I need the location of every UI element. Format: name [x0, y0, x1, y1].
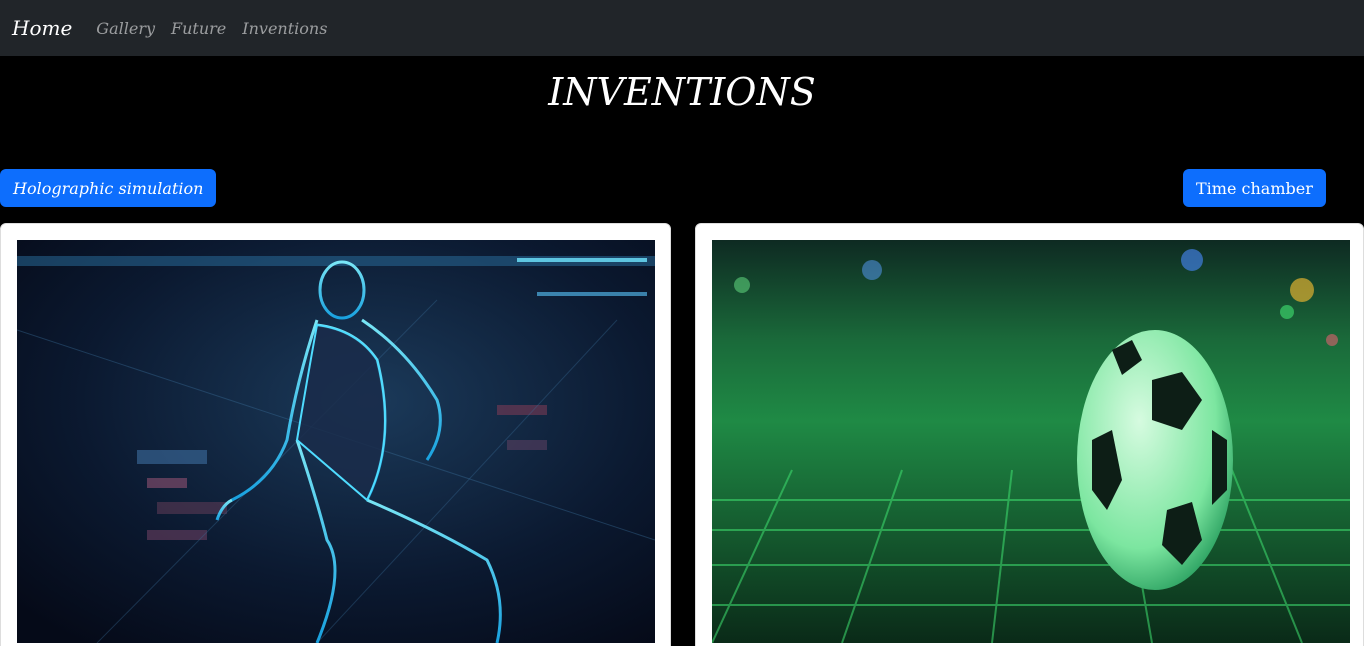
holographic-card [0, 223, 671, 646]
time-chamber-card [695, 223, 1364, 646]
holographic-player-image[interactable] [17, 240, 655, 643]
page-title: INVENTIONS [548, 70, 816, 114]
nav-future-link[interactable]: Future [171, 19, 226, 38]
nav-gallery-link[interactable]: Gallery [96, 19, 155, 38]
nav-inventions-link[interactable]: Inventions [242, 19, 327, 38]
time-chamber-button[interactable]: Time chamber [1183, 169, 1326, 207]
holographic-simulation-button[interactable]: Holographic simulation [0, 169, 217, 207]
navbar: Home Gallery Future Inventions [0, 0, 1364, 56]
nav-home-link[interactable]: Home [12, 16, 72, 40]
digital-soccer-ball-image[interactable] [712, 240, 1350, 643]
